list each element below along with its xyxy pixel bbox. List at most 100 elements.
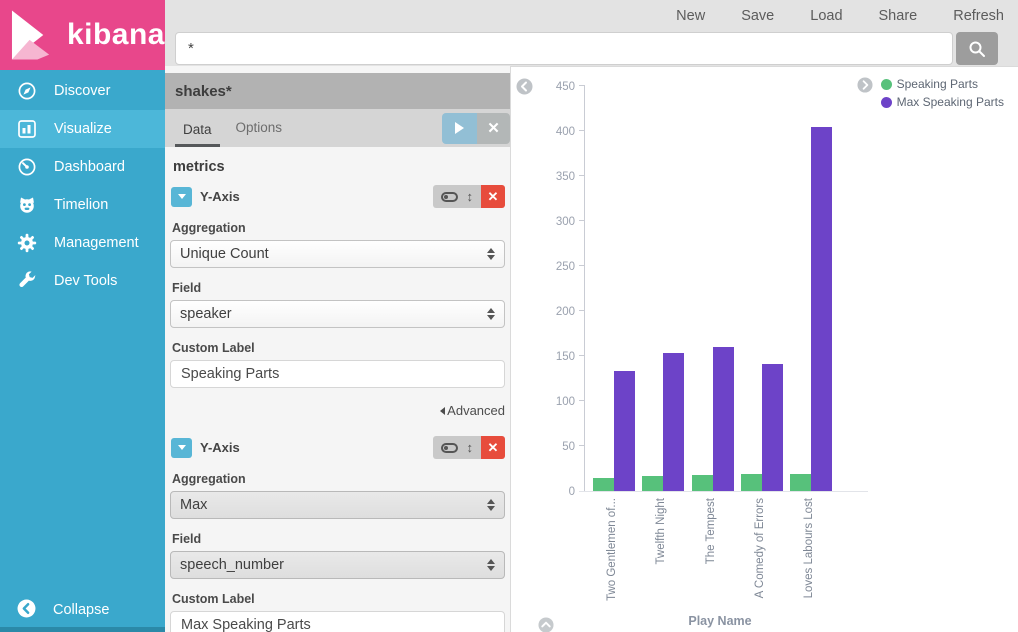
sidebar-item-visualize[interactable]: Visualize bbox=[0, 110, 165, 148]
top-bar: New Save Load Share Refresh bbox=[165, 0, 1018, 66]
custom-label-input[interactable] bbox=[170, 611, 505, 632]
bar[interactable] bbox=[593, 478, 614, 492]
y-tick-label: 100 bbox=[523, 396, 575, 408]
advanced-label: Advanced bbox=[447, 403, 505, 418]
x-tick-label: A Comedy of Errors bbox=[754, 498, 766, 598]
search-input[interactable] bbox=[175, 32, 953, 65]
y-tick-label: 50 bbox=[523, 441, 575, 453]
bar-chart-icon bbox=[17, 119, 37, 139]
advanced-link[interactable]: Advanced bbox=[170, 403, 505, 418]
sidebar-item-label: Timelion bbox=[54, 197, 108, 213]
field-select[interactable]: speech_number bbox=[170, 551, 505, 579]
search-bar bbox=[165, 31, 1018, 65]
vis-editor-panel: shakes* Data Options ✕ metrics Y-Axis ↕ … bbox=[165, 66, 510, 632]
sidebar-item-dev-tools[interactable]: Dev Tools bbox=[0, 262, 165, 300]
search-icon bbox=[968, 40, 986, 58]
kibana-logo-icon bbox=[10, 8, 59, 62]
field-value: speaker bbox=[180, 306, 232, 322]
agg-control-group: ↕ bbox=[433, 436, 482, 459]
legend-item[interactable]: Max Speaking Parts bbox=[881, 95, 1004, 109]
aggregation-select[interactable]: Unique Count bbox=[170, 240, 505, 268]
discard-changes-button[interactable]: ✕ bbox=[477, 113, 510, 144]
bar[interactable] bbox=[811, 127, 832, 492]
collapse-icon bbox=[17, 599, 36, 622]
menu-refresh[interactable]: Refresh bbox=[953, 8, 1004, 24]
x-tick-label: The Tempest bbox=[705, 498, 717, 564]
field-select[interactable]: speaker bbox=[170, 300, 505, 328]
bar-group bbox=[790, 127, 832, 492]
menu-new[interactable]: New bbox=[676, 8, 705, 24]
bar[interactable] bbox=[692, 475, 713, 491]
y-tick-label: 300 bbox=[523, 216, 575, 228]
sidebar-item-discover[interactable]: Discover bbox=[0, 72, 165, 110]
y-tick-mark bbox=[579, 220, 585, 221]
index-pattern-header: shakes* bbox=[165, 73, 510, 109]
top-menu: New Save Load Share Refresh bbox=[165, 0, 1018, 31]
menu-load[interactable]: Load bbox=[810, 8, 842, 24]
sidebar-item-label: Management bbox=[54, 235, 139, 251]
bar[interactable] bbox=[663, 353, 684, 491]
sidebar-item-label: Dev Tools bbox=[54, 273, 117, 289]
aggregation-select[interactable]: Max bbox=[170, 491, 505, 519]
x-tick-label: Two Gentlemen of... bbox=[606, 498, 618, 601]
chevron-right-circle-icon bbox=[857, 77, 873, 93]
bar-group bbox=[741, 364, 783, 491]
tab-data[interactable]: Data bbox=[175, 109, 220, 147]
chevron-up-circle-icon bbox=[538, 617, 554, 632]
sidebar-item-timelion[interactable]: Timelion bbox=[0, 186, 165, 224]
chevron-down-icon bbox=[178, 445, 186, 450]
menu-share[interactable]: Share bbox=[879, 8, 918, 24]
y-tick-mark bbox=[579, 85, 585, 86]
y-tick-label: 450 bbox=[523, 81, 575, 93]
y-tick-mark bbox=[579, 130, 585, 131]
visualization-panel: Speaking Parts Max Speaking Parts 0 50 100… bbox=[510, 66, 1018, 632]
legend-dot bbox=[881, 79, 892, 90]
tab-options[interactable]: Options bbox=[228, 109, 291, 147]
bar[interactable] bbox=[614, 371, 635, 491]
aggregation-value: Unique Count bbox=[180, 246, 269, 262]
y-tick-mark bbox=[579, 265, 585, 266]
sidebar-nav: Discover Visualize Dashboard bbox=[0, 70, 165, 632]
disable-agg-toggle-icon[interactable] bbox=[441, 192, 458, 202]
sidebar-item-management[interactable]: Management bbox=[0, 224, 165, 262]
bar[interactable] bbox=[790, 474, 811, 491]
sidebar-collapse-button[interactable]: Collapse bbox=[0, 593, 165, 627]
sidebar-bottom-strip bbox=[0, 627, 165, 632]
disable-agg-toggle-icon[interactable] bbox=[441, 443, 458, 453]
bar[interactable] bbox=[741, 474, 762, 491]
bar[interactable] bbox=[762, 364, 783, 491]
y-tick-label: 0 bbox=[523, 486, 575, 498]
custom-label-label: Custom Label bbox=[172, 341, 505, 355]
bar-group bbox=[642, 353, 684, 491]
agg-collapse-button[interactable] bbox=[171, 187, 192, 207]
move-agg-icon[interactable]: ↕ bbox=[467, 190, 474, 203]
aggregation-value: Max bbox=[180, 497, 207, 513]
bar-group bbox=[692, 347, 734, 491]
legend-item[interactable]: Speaking Parts bbox=[881, 77, 1004, 91]
legend-label: Max Speaking Parts bbox=[897, 95, 1004, 109]
agg-collapse-button[interactable] bbox=[171, 438, 192, 458]
apply-changes-button[interactable] bbox=[442, 113, 477, 144]
agg-row-header-2: Y-Axis ↕ ✕ bbox=[171, 436, 505, 459]
custom-label-input[interactable] bbox=[170, 360, 505, 388]
collapse-label: Collapse bbox=[53, 602, 109, 618]
remove-agg-button[interactable]: ✕ bbox=[481, 185, 505, 208]
agg-title: Y-Axis bbox=[200, 440, 240, 455]
legend-toggle-button[interactable] bbox=[857, 77, 874, 94]
sidebar-item-dashboard[interactable]: Dashboard bbox=[0, 148, 165, 186]
x-axis-title: Play Name bbox=[584, 614, 856, 628]
menu-save[interactable]: Save bbox=[741, 8, 774, 24]
field-label: Field bbox=[172, 532, 505, 546]
search-button[interactable] bbox=[956, 32, 998, 65]
y-tick-label: 400 bbox=[523, 126, 575, 138]
bar[interactable] bbox=[642, 476, 663, 491]
remove-agg-button[interactable]: ✕ bbox=[481, 436, 505, 459]
triangle-left-icon bbox=[440, 407, 445, 415]
collapse-axis-button[interactable] bbox=[538, 617, 555, 632]
bar[interactable] bbox=[713, 347, 734, 491]
move-agg-icon[interactable]: ↕ bbox=[467, 441, 474, 454]
y-tick-label: 200 bbox=[523, 306, 575, 318]
x-tick-label: Loves Labours Lost bbox=[803, 498, 815, 598]
legend-dot bbox=[881, 97, 892, 108]
sidebar-item-label: Dashboard bbox=[54, 159, 125, 175]
